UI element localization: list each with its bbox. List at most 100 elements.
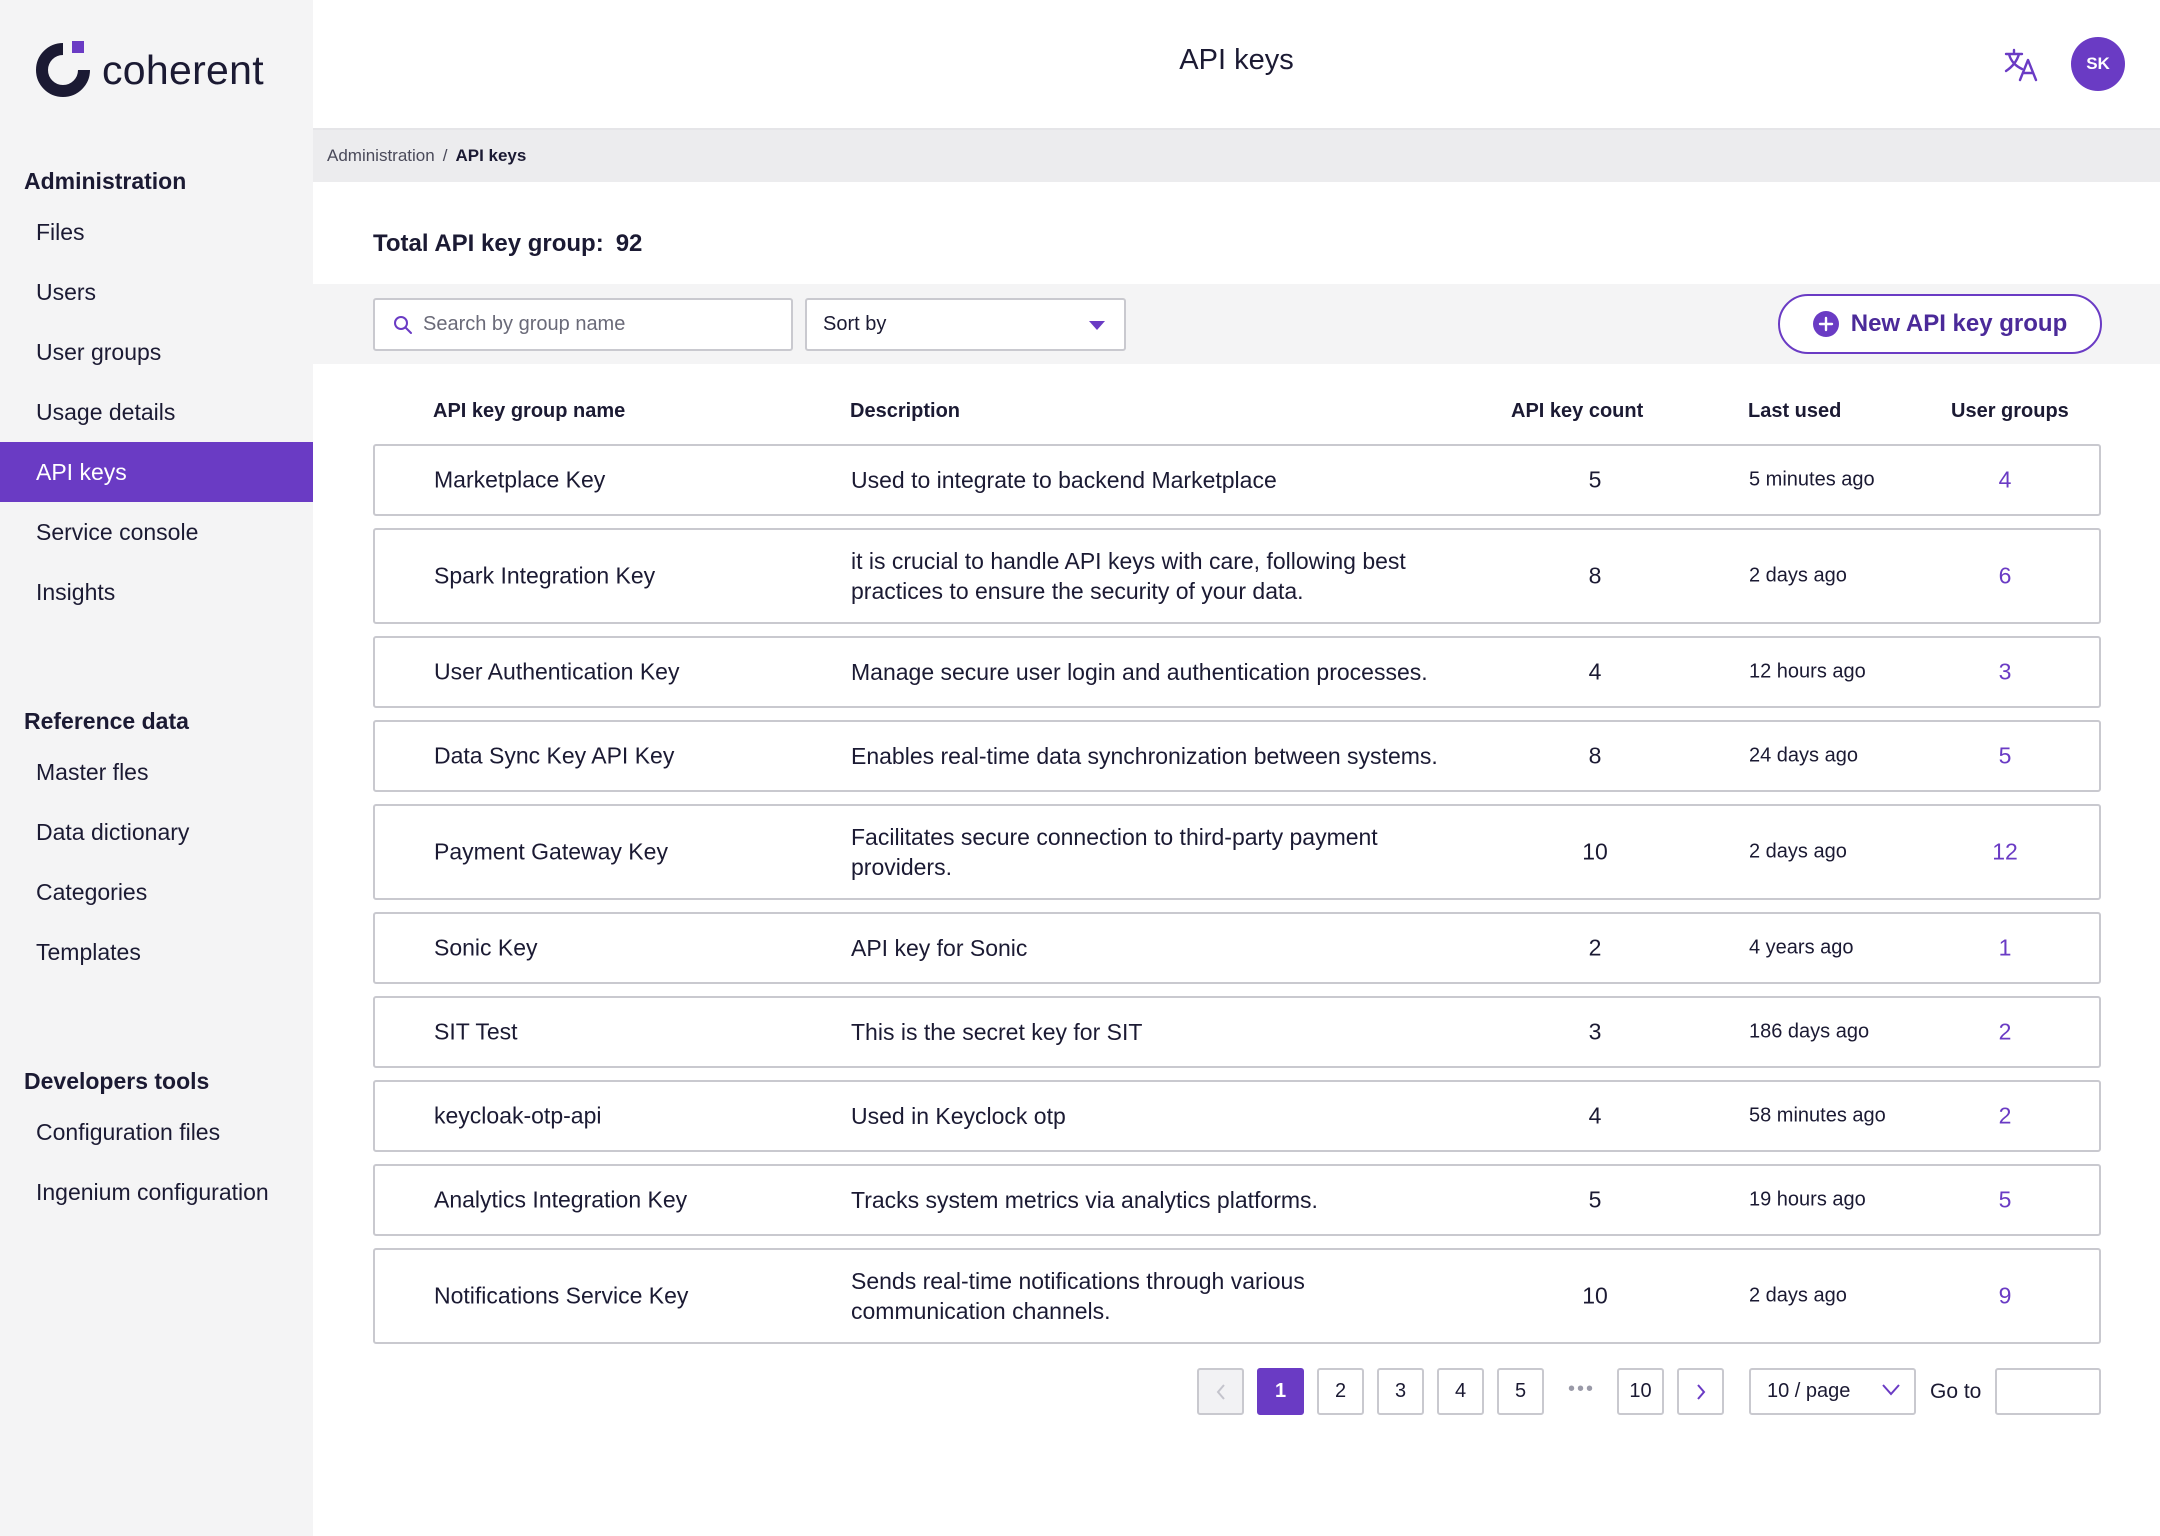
page-size-select[interactable]: 10 / page bbox=[1749, 1368, 1916, 1415]
description-line: communication channels. bbox=[851, 1298, 1111, 1324]
goto-page-input[interactable] bbox=[1995, 1368, 2101, 1415]
table-row[interactable]: User Authentication Key Manage secure use… bbox=[373, 636, 2101, 708]
column-header-last-used[interactable]: Last used bbox=[1748, 400, 1841, 423]
api-key-group-description: API key for Sonic bbox=[851, 933, 1491, 963]
page-button-last[interactable]: 10 bbox=[1617, 1368, 1664, 1415]
user-groups-link[interactable]: 9 bbox=[1975, 1283, 2035, 1310]
app-logo[interactable]: coherent bbox=[34, 40, 264, 100]
sidebar-item-data-dictionary[interactable]: Data dictionary bbox=[0, 802, 313, 862]
user-groups-link[interactable]: 6 bbox=[1975, 563, 2035, 590]
total-api-key-groups: Total API key group: 92 bbox=[373, 230, 642, 258]
chevron-down-icon bbox=[1882, 1384, 1900, 1396]
nav-section-administration: Administration Files Users User groups Usage… bbox=[0, 160, 313, 622]
sort-by-select[interactable]: Sort by bbox=[805, 298, 1126, 351]
api-key-group-description: Used in Keyclock otp bbox=[851, 1101, 1491, 1131]
table-row[interactable]: Marketplace Key Used to integrate to back… bbox=[373, 444, 2101, 516]
user-avatar[interactable]: SK bbox=[2071, 37, 2125, 91]
description-line: Tracks system metrics via analytics plat… bbox=[851, 1187, 1318, 1213]
api-key-count: 10 bbox=[1582, 838, 1608, 865]
sidebar-item-master-fles[interactable]: Master fles bbox=[0, 742, 313, 802]
api-key-group-name[interactable]: User Authentication Key bbox=[434, 659, 679, 686]
description-line: Enables real-time data synchronization b… bbox=[851, 743, 1438, 769]
user-groups-link[interactable]: 3 bbox=[1975, 659, 2035, 686]
column-header-name[interactable]: API key group name bbox=[433, 400, 625, 423]
description-line: it is crucial to handle API keys with ca… bbox=[851, 548, 1406, 574]
sidebar-item-users[interactable]: Users bbox=[0, 262, 313, 322]
table-header: API key group name Description API key c… bbox=[373, 400, 2101, 430]
table-row[interactable]: Data Sync Key API Key Enables real-time d… bbox=[373, 720, 2101, 792]
user-groups-link[interactable]: 4 bbox=[1975, 467, 2035, 494]
breadcrumb-parent[interactable]: Administration bbox=[327, 146, 435, 166]
total-label: Total API key group: bbox=[373, 230, 604, 257]
goto-label: Go to bbox=[1930, 1380, 1982, 1403]
user-groups-link[interactable]: 2 bbox=[1975, 1019, 2035, 1046]
pagination-ellipsis[interactable]: ••• bbox=[1558, 1368, 1605, 1411]
api-key-group-description: Facilitates secure connection to third-p… bbox=[851, 822, 1491, 882]
sidebar-item-ingenium-configuration[interactable]: Ingenium configuration bbox=[0, 1162, 313, 1222]
table-row[interactable]: keycloak-otp-api Used in Keyclock otp 4 58 … bbox=[373, 1080, 2101, 1152]
api-key-group-name[interactable]: SIT Test bbox=[434, 1019, 518, 1046]
sidebar-item-api-keys[interactable]: API keys bbox=[0, 442, 313, 502]
breadcrumb-current: API keys bbox=[455, 146, 527, 165]
sidebar-item-service-console[interactable]: Service console bbox=[0, 502, 313, 562]
total-value: 92 bbox=[615, 230, 643, 257]
api-key-group-name[interactable]: Marketplace Key bbox=[434, 467, 605, 494]
page-button-4[interactable]: 4 bbox=[1437, 1368, 1484, 1415]
plus-circle-icon bbox=[1812, 311, 1839, 337]
sidebar-item-categories[interactable]: Categories bbox=[0, 862, 313, 922]
search-icon bbox=[394, 315, 412, 334]
description-line: Used in Keyclock otp bbox=[851, 1103, 1066, 1129]
sidebar-item-templates[interactable]: Templates bbox=[0, 922, 313, 982]
last-used: 2 days ago bbox=[1749, 840, 1847, 863]
sidebar-item-user-groups[interactable]: User groups bbox=[0, 322, 313, 382]
next-page-button[interactable] bbox=[1677, 1368, 1724, 1415]
nav-section-heading: Administration bbox=[24, 168, 187, 194]
page-button-2[interactable]: 2 bbox=[1317, 1368, 1364, 1415]
nav-section-heading: Developers tools bbox=[24, 1068, 210, 1094]
sidebar-item-insights[interactable]: Insights bbox=[0, 562, 313, 622]
sidebar-item-files[interactable]: Files bbox=[0, 202, 313, 262]
search-input[interactable] bbox=[423, 313, 783, 336]
api-key-group-description: it is crucial to handle API keys with ca… bbox=[851, 546, 1491, 606]
translate-icon[interactable] bbox=[2004, 48, 2038, 82]
page-button-5[interactable]: 5 bbox=[1497, 1368, 1544, 1415]
table-row[interactable]: Payment Gateway Key Facilitates secure co… bbox=[373, 804, 2101, 900]
sidebar-item-configuration-files[interactable]: Configuration files bbox=[0, 1102, 313, 1162]
description-line: This is the secret key for SIT bbox=[851, 1019, 1143, 1045]
sidebar: coherent Administration Files Users User gr… bbox=[0, 0, 313, 1536]
table-row[interactable]: Analytics Integration Key Tracks system m… bbox=[373, 1164, 2101, 1236]
api-key-group-name[interactable]: Notifications Service Key bbox=[434, 1283, 688, 1310]
new-api-key-group-button[interactable]: New API key group bbox=[1778, 294, 2102, 354]
prev-page-button[interactable] bbox=[1197, 1368, 1244, 1415]
api-key-count: 3 bbox=[1588, 1018, 1602, 1045]
page-button-3[interactable]: 3 bbox=[1377, 1368, 1424, 1415]
column-header-count[interactable]: API key count bbox=[1511, 400, 1643, 423]
sidebar-item-usage-details[interactable]: Usage details bbox=[0, 382, 313, 442]
column-header-description: Description bbox=[850, 400, 961, 422]
description-line: Sends real-time notifications through va… bbox=[851, 1268, 1305, 1294]
table-row[interactable]: SIT Test This is the secret key for SIT 3 1… bbox=[373, 996, 2101, 1068]
table-row[interactable]: Notifications Service Key Sends real-time… bbox=[373, 1248, 2101, 1344]
api-key-group-name[interactable]: Analytics Integration Key bbox=[434, 1187, 687, 1214]
last-used: 24 days ago bbox=[1749, 744, 1858, 767]
table-row[interactable]: Spark Integration Key it is crucial to ha… bbox=[373, 528, 2101, 624]
page-button-1[interactable]: 1 bbox=[1257, 1368, 1304, 1415]
user-groups-link[interactable]: 5 bbox=[1975, 1187, 2035, 1214]
last-used: 5 minutes ago bbox=[1749, 468, 1875, 491]
user-groups-link[interactable]: 5 bbox=[1975, 743, 2035, 770]
search-box[interactable] bbox=[373, 298, 793, 351]
api-key-group-name[interactable]: Sonic Key bbox=[434, 935, 538, 962]
api-key-count: 2 bbox=[1588, 934, 1602, 961]
description-line: providers. bbox=[851, 854, 952, 880]
api-key-group-name[interactable]: Data Sync Key API Key bbox=[434, 743, 674, 770]
api-key-group-name[interactable]: Spark Integration Key bbox=[434, 563, 655, 590]
user-groups-link[interactable]: 12 bbox=[1975, 839, 2035, 866]
user-groups-link[interactable]: 2 bbox=[1975, 1103, 2035, 1130]
api-key-group-name[interactable]: keycloak-otp-api bbox=[434, 1103, 601, 1130]
user-groups-link[interactable]: 1 bbox=[1975, 935, 2035, 962]
table-row[interactable]: Sonic Key API key for Sonic 2 4 years ago 1 bbox=[373, 912, 2101, 984]
last-used: 4 years ago bbox=[1749, 936, 1854, 959]
api-key-count: 5 bbox=[1588, 1186, 1602, 1213]
api-key-group-name[interactable]: Payment Gateway Key bbox=[434, 839, 668, 866]
chevron-left-icon bbox=[1216, 1384, 1225, 1400]
